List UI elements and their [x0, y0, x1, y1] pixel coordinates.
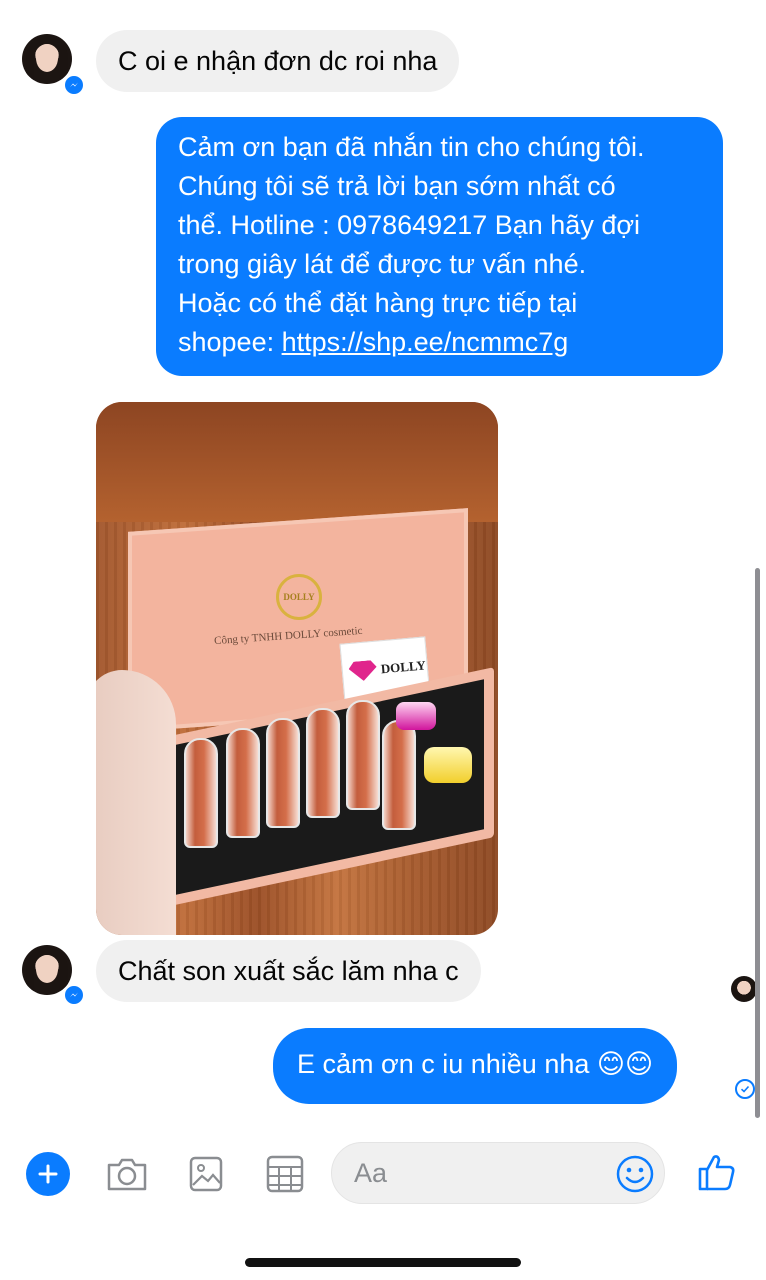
- diamond-icon: [348, 660, 378, 682]
- shopee-link[interactable]: https://shp.ee/ncmmc7g: [282, 327, 569, 357]
- home-indicator[interactable]: [245, 1258, 521, 1267]
- read-receipt-avatar: [731, 976, 757, 1002]
- message-text: Chất son xuất sắc lăm nha c: [118, 956, 459, 986]
- logo-text: DOLLY: [283, 592, 315, 602]
- message-text: E cảm ơn c iu nhiều nha 😊😊: [297, 1049, 654, 1079]
- sticker-icon[interactable]: [264, 1153, 306, 1195]
- product-photo[interactable]: DOLLY Công ty TNHH DOLLY cosmetic DOLLY: [96, 402, 498, 935]
- scrollbar[interactable]: [755, 568, 760, 1118]
- lipstick-tube: [226, 728, 260, 838]
- hand: [96, 670, 176, 935]
- lipstick-tube: [306, 708, 340, 818]
- card-brand: DOLLY: [380, 657, 427, 677]
- emoji-icon[interactable]: [614, 1153, 656, 1195]
- messenger-badge-icon: [63, 74, 85, 96]
- message-input[interactable]: [354, 1153, 614, 1193]
- outgoing-message-bubble[interactable]: Cảm ơn bạn đã nhắn tin cho chúng tôi. Ch…: [156, 117, 723, 376]
- message-line: Cảm ơn bạn đã nhắn tin cho chúng tôi.: [178, 132, 645, 162]
- message-line: trong giây lát để được tư vấn nhé.: [178, 249, 587, 279]
- contact-avatar[interactable]: [22, 34, 72, 84]
- pink-jar: [396, 702, 436, 730]
- plus-icon[interactable]: [26, 1152, 70, 1196]
- message-line: Chúng tôi sẽ trả lời bạn sớm nhất có: [178, 171, 616, 201]
- message-line: Hoặc có thể đặt hàng trực tiếp tại: [178, 288, 578, 318]
- lipstick-tube: [346, 700, 380, 810]
- messenger-badge-icon: [63, 984, 85, 1006]
- incoming-message-bubble[interactable]: C oi e nhận đơn dc roi nha: [96, 30, 460, 92]
- message-text: C oi e nhận đơn dc roi nha: [118, 46, 438, 76]
- thumbs-up-icon[interactable]: [694, 1150, 738, 1194]
- message-composer[interactable]: [331, 1142, 665, 1204]
- message-line: thể. Hotline : 0978649217 Bạn hãy đợi: [178, 210, 641, 240]
- yellow-jar: [424, 747, 472, 783]
- camera-icon[interactable]: [105, 1154, 149, 1194]
- dolly-logo: DOLLY: [276, 574, 322, 620]
- outgoing-message-bubble[interactable]: E cảm ơn c iu nhiều nha 😊😊: [273, 1028, 678, 1104]
- lipstick-tube: [266, 718, 300, 828]
- gallery-icon[interactable]: [187, 1154, 225, 1194]
- lipstick-tube: [184, 738, 218, 848]
- lipstick-tube: [382, 720, 416, 830]
- sent-check-icon: [735, 1079, 755, 1099]
- message-line: shopee: https://shp.ee/ncmmc7g: [178, 323, 701, 362]
- message-text-prefix: shopee:: [178, 327, 282, 357]
- door-panel: [96, 402, 498, 522]
- incoming-message-bubble[interactable]: Chất son xuất sắc lăm nha c: [96, 940, 481, 1002]
